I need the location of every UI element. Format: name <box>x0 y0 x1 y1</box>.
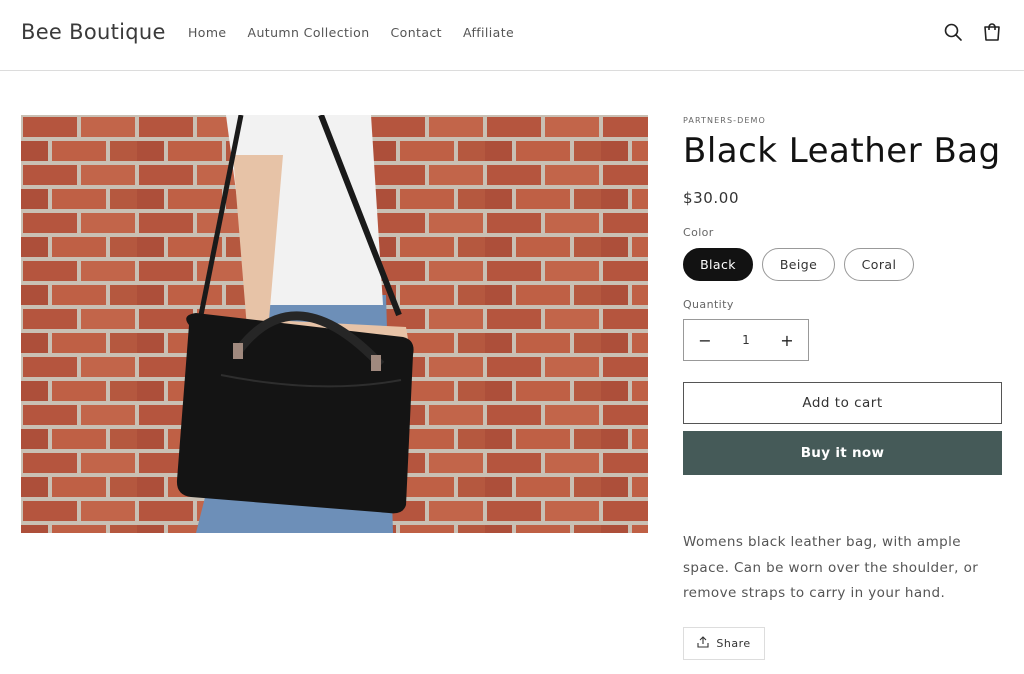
search-icon[interactable] <box>942 21 964 43</box>
quantity-label: Quantity <box>683 298 734 311</box>
share-icon <box>697 636 709 651</box>
add-to-cart-button[interactable]: Add to cart <box>683 382 1002 424</box>
site-header: Bee Boutique Home Autumn Collection Cont… <box>0 0 1024 71</box>
quantity-decrease-button[interactable]: − <box>684 320 726 360</box>
product-vendor: PARTNERS-DEMO <box>683 116 766 125</box>
color-option-beige[interactable]: Beige <box>762 248 835 281</box>
quantity-increase-button[interactable]: + <box>766 320 808 360</box>
main-nav: Home Autumn Collection Contact Affiliate <box>188 25 514 40</box>
nav-contact[interactable]: Contact <box>391 25 442 40</box>
color-label: Color <box>683 226 714 239</box>
color-options: Black Beige Coral <box>683 248 914 281</box>
product-price: $30.00 <box>683 189 740 207</box>
cart-icon[interactable] <box>981 21 1003 43</box>
color-option-coral[interactable]: Coral <box>844 248 914 281</box>
nav-home[interactable]: Home <box>188 25 227 40</box>
quantity-input[interactable]: 1 <box>726 333 766 347</box>
color-option-black[interactable]: Black <box>683 248 753 281</box>
nav-autumn-collection[interactable]: Autumn Collection <box>248 25 370 40</box>
buy-now-button[interactable]: Buy it now <box>683 431 1002 475</box>
product-image[interactable] <box>21 115 648 533</box>
quantity-stepper: − 1 + <box>683 319 809 361</box>
product-title: Black Leather Bag <box>683 131 1001 171</box>
share-button[interactable]: Share <box>683 627 765 660</box>
nav-affiliate[interactable]: Affiliate <box>463 25 514 40</box>
share-label: Share <box>716 637 751 650</box>
product-description: Womens black leather bag, with ample spa… <box>683 534 979 601</box>
store-logo[interactable]: Bee Boutique <box>21 20 166 44</box>
